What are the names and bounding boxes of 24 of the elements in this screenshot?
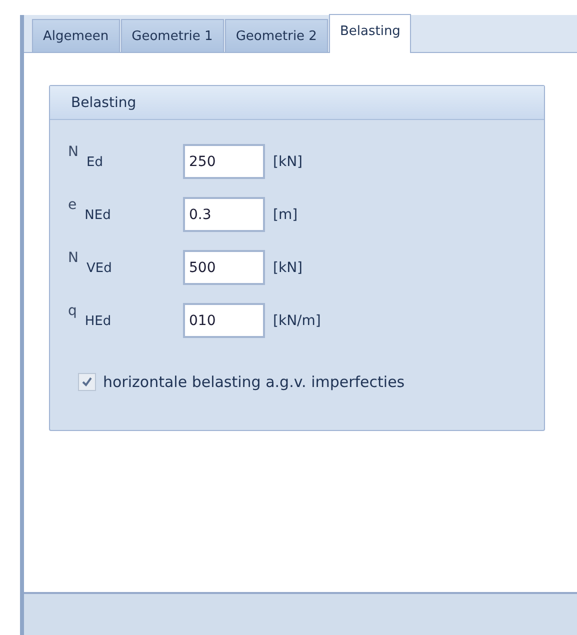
check-icon xyxy=(81,376,93,388)
unit-label: [m] xyxy=(273,206,298,222)
input-field[interactable]: 010 xyxy=(183,303,265,338)
tab[interactable]: Belasting xyxy=(328,14,412,53)
input-field[interactable]: 250 xyxy=(183,144,265,179)
subscript-label: NEd xyxy=(84,208,111,223)
subscript-label: Ed xyxy=(86,155,103,170)
symbol-label: N xyxy=(68,250,78,266)
checkbox[interactable] xyxy=(78,373,96,391)
tab[interactable]: Geometrie 2 xyxy=(224,19,328,52)
subscript-label: HEd xyxy=(84,314,112,329)
input-field[interactable]: 0.3 xyxy=(183,197,265,232)
symbol-label: e xyxy=(68,197,77,213)
checkbox-label: horizontale belasting a.g.v. imperfecties xyxy=(103,373,405,391)
subscript-label: VEd xyxy=(86,261,112,276)
symbol-label: N xyxy=(68,144,78,160)
unit-label: [kN] xyxy=(273,260,303,276)
group-title: Belasting xyxy=(71,94,136,110)
unit-label: [kN] xyxy=(273,154,303,170)
input-field[interactable]: 500 xyxy=(183,250,265,285)
symbol-label: q xyxy=(68,303,77,319)
unit-label: [kN/m] xyxy=(273,312,321,328)
tab[interactable]: Algemeen xyxy=(32,19,120,52)
tab[interactable]: Geometrie 1 xyxy=(120,19,224,52)
